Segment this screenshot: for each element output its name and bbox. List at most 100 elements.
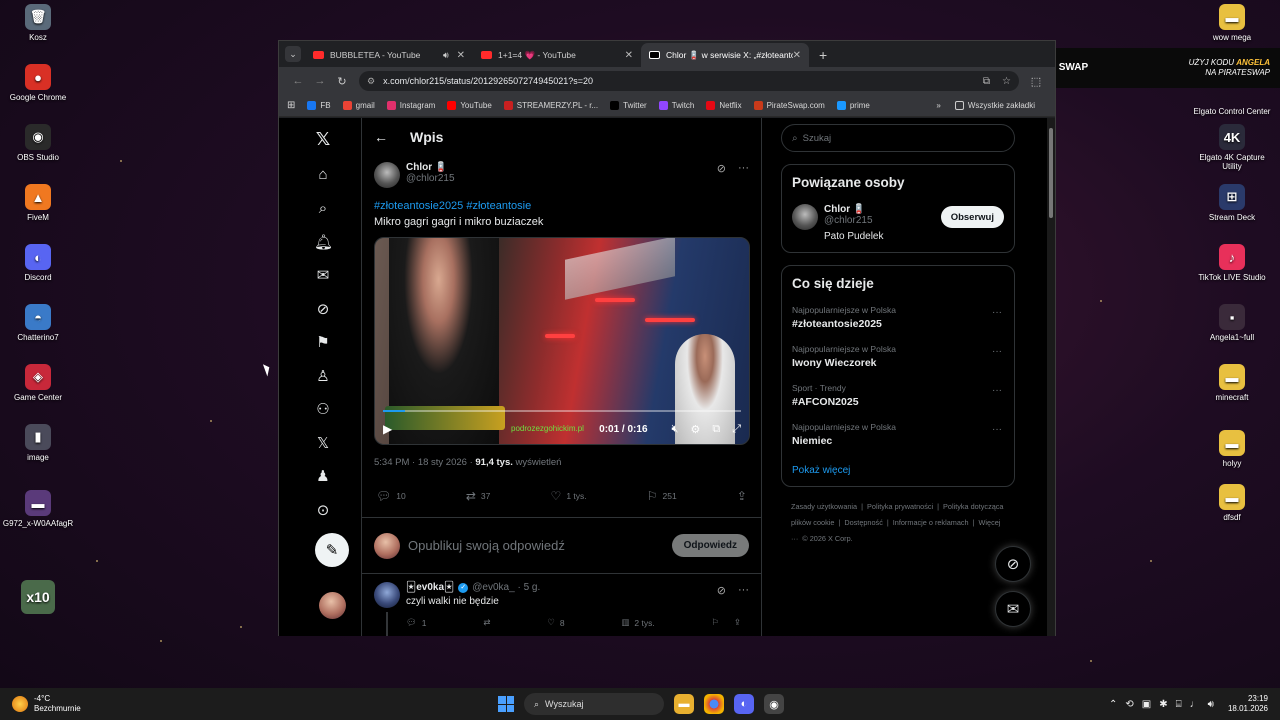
tab-search-chevron-icon[interactable]: ⌄ — [285, 46, 301, 62]
start-windows-icon[interactable] — [498, 696, 514, 712]
reload-icon[interactable]: ↻ — [331, 75, 353, 88]
related-person[interactable]: Chlor 🪫 @chlor215 Pato Pudelek Obserwuj — [792, 204, 1004, 242]
x-logo-icon[interactable]: 𝕏 — [314, 130, 332, 148]
all-bookmarks-folder[interactable]: Wszystkie zakładki — [954, 101, 1035, 110]
tab-close-icon[interactable]: ✕ — [793, 50, 801, 61]
bookmarks-more[interactable]: » — [936, 101, 940, 110]
trend-more-dots-icon[interactable]: ··· — [992, 385, 1002, 396]
browser-tab-1[interactable]: 1+1=4 💗 - YouTube ✕ — [473, 43, 641, 67]
more-circle-icon[interactable]: ⊙ — [314, 502, 332, 520]
obs-taskbar-icon[interactable]: ◉ — [764, 694, 784, 714]
desktop-item-left-1[interactable]: ● Google Chrome — [0, 64, 78, 102]
my-avatar[interactable] — [319, 592, 346, 619]
explore-search-icon[interactable]: ⌕ — [314, 200, 332, 218]
tab-close-icon[interactable]: ✕ — [457, 50, 465, 61]
desktop-item-left-7[interactable]: ▮ image — [0, 424, 78, 462]
reply-item[interactable]: 🃏ev0ka🃏 ✓ @ev0ka_ · 5 g. czyli walki nie… — [362, 574, 761, 636]
communities-icon[interactable]: ⚇ — [314, 401, 332, 419]
taskbar-search[interactable]: ⌕ Wyszukaj — [524, 693, 664, 715]
page-scrollbar[interactable] — [1047, 118, 1055, 636]
follow-button[interactable]: Obserwuj — [940, 206, 1004, 228]
trend-item[interactable]: Sport · Trendy #AFCON2025 ··· — [792, 383, 1004, 408]
trend-more-dots-icon[interactable]: ··· — [992, 307, 1002, 318]
more-dots-icon-2[interactable]: ··· — [738, 584, 749, 597]
hashtag-link-1[interactable]: #złoteantosie2025 — [374, 200, 463, 212]
tab-close-icon[interactable]: ✕ — [625, 50, 633, 61]
premium-x-icon[interactable]: 𝕏 — [314, 435, 332, 453]
grok-explain-icon[interactable]: ⊘ — [717, 162, 726, 188]
trend-item[interactable]: Najpopularniejsze w Polska #złoteantosie2… — [792, 305, 1004, 330]
notifications-bell-icon[interactable]: 🔔︎ — [314, 234, 333, 252]
trend-more-dots-icon[interactable]: ··· — [992, 424, 1002, 435]
desktop-item-left-4[interactable]: ◐ Discord — [0, 244, 78, 282]
bookmark-8[interactable]: PirateSwap.com — [753, 101, 825, 110]
share-action[interactable]: ⇪ — [737, 489, 747, 503]
desktop-item-left-6[interactable]: ◈ Game Center — [0, 364, 78, 402]
footer-link[interactable]: Dostępność — [844, 518, 883, 527]
hashtag-link-2[interactable]: #złoteantosie — [466, 200, 531, 212]
bookmark-star-icon[interactable]: ☆ — [1002, 76, 1011, 87]
desktop-item-right-4[interactable]: ♪ TikTok LIVE Studio — [1192, 244, 1272, 282]
site-info-icon[interactable]: ⚙ — [367, 76, 375, 87]
mute-icon[interactable]: 🔇︎ — [672, 423, 679, 436]
back-arrow-icon[interactable]: ← — [287, 75, 309, 87]
tray-chevron-icon[interactable]: ⌃ — [1109, 699, 1117, 710]
bookmark-6[interactable]: Twitch — [658, 101, 694, 110]
author-avatar[interactable] — [374, 162, 400, 188]
reply-author-handle[interactable]: @ev0ka_ · 5 g. — [472, 582, 540, 593]
desktop-item-right-3[interactable]: ⊞ Stream Deck — [1192, 184, 1272, 222]
reply-reply-action[interactable]: 💬︎ 1 — [406, 617, 427, 628]
desktop-item-right-6[interactable]: ▬ minecraft — [1192, 364, 1272, 402]
video-player[interactable]: podrozezgohickim.pl ▶ 0:01 / 0:16 🔇︎ ⚙ ⧉… — [374, 237, 750, 445]
show-more-link[interactable]: Pokaż więcej — [792, 465, 1004, 476]
footer-link[interactable]: Zasady użytkowania — [791, 502, 857, 511]
more-dots-icon[interactable]: ··· — [738, 162, 749, 188]
bookmark-2[interactable]: Instagram — [386, 101, 435, 110]
post-timestamp[interactable]: 5:34 PM · 18 sty 2026 · — [374, 457, 475, 468]
desktop-item-right-5[interactable]: ▪ Angela1~full — [1192, 304, 1272, 342]
desktop-item-right-0[interactable]: ▬ wow mega — [1192, 4, 1272, 42]
tray-gpu-icon[interactable]: ▣ — [1142, 699, 1151, 710]
desktop-item-left-5[interactable]: ◓ Chatterino7 — [0, 304, 78, 342]
play-icon[interactable]: ▶ — [383, 422, 392, 436]
reply-author-avatar[interactable] — [374, 582, 400, 608]
desktop-item-left-8[interactable]: ▬ G972_x-W0AAfagR — [0, 490, 78, 528]
bookmark-0[interactable]: FB — [307, 101, 331, 110]
footer-link[interactable]: © 2026 X Corp. — [802, 534, 852, 543]
settings-gear-icon[interactable]: ⚙ — [690, 423, 700, 436]
compose-post-button[interactable]: ✎ — [315, 533, 349, 567]
desktop-item-left-2[interactable]: ◉ OBS Studio — [0, 124, 78, 162]
taskbar-clock[interactable]: 23:19 18.01.2026 — [1228, 694, 1268, 714]
trend-more-dots-icon[interactable]: ··· — [992, 346, 1002, 357]
bookmarks-icon[interactable]: ⚑ — [314, 334, 332, 352]
desktop-item-right-8[interactable]: ▬ dfsdf — [1192, 484, 1272, 522]
footer-link[interactable]: Informacje o reklamach — [893, 518, 969, 527]
video-progress-bar[interactable] — [383, 410, 741, 412]
bookmark-7[interactable]: Netflix — [706, 101, 742, 110]
tray-network-icon[interactable]: ⌸ — [1176, 699, 1182, 710]
related-name[interactable]: Chlor 🪫 — [824, 204, 884, 215]
author-handle[interactable]: @chlor215 — [406, 173, 455, 184]
reply-submit-button[interactable]: Odpowiedz — [671, 534, 749, 557]
discord-taskbar-icon[interactable]: ◐ — [734, 694, 754, 714]
bookmark-3[interactable]: YouTube — [447, 101, 492, 110]
bookmark-9[interactable]: prime — [836, 101, 870, 110]
home-icon[interactable]: ⌂ — [314, 166, 332, 184]
desktop-item-left-9[interactable]: x10 — [0, 580, 78, 617]
new-tab-button[interactable]: + — [819, 47, 827, 63]
trend-item[interactable]: Najpopularniejsze w Polska Iwony Wieczore… — [792, 344, 1004, 369]
reply-author-name[interactable]: 🃏ev0ka🃏 — [406, 582, 454, 593]
weather-widget[interactable]: -4°C Bezchmurnie — [0, 694, 81, 714]
chrome-taskbar-icon[interactable] — [704, 694, 724, 714]
reply-input[interactable]: Opublikuj swoją odpowiedź — [408, 538, 565, 553]
browser-tab-0[interactable]: BUBBLETEA - YouTube 🔊︎ ✕ — [305, 43, 473, 67]
grok-fab-icon[interactable]: ⊘ — [995, 546, 1031, 582]
tray-bluetooth-icon[interactable]: ✱ — [1159, 699, 1167, 710]
bookmark-5[interactable]: Twitter — [610, 101, 647, 110]
bookmark-1[interactable]: gmail — [342, 101, 375, 110]
tray-speaker-icon[interactable]: 🔊︎ — [1208, 699, 1214, 710]
desktop-item-left-0[interactable]: 🗑 Kosz — [0, 4, 78, 42]
grok-explain-icon-2[interactable]: ⊘ — [717, 584, 726, 597]
reply-repost-action[interactable]: ⇄ — [483, 617, 490, 628]
jobs-icon[interactable]: ♙ — [314, 368, 332, 386]
